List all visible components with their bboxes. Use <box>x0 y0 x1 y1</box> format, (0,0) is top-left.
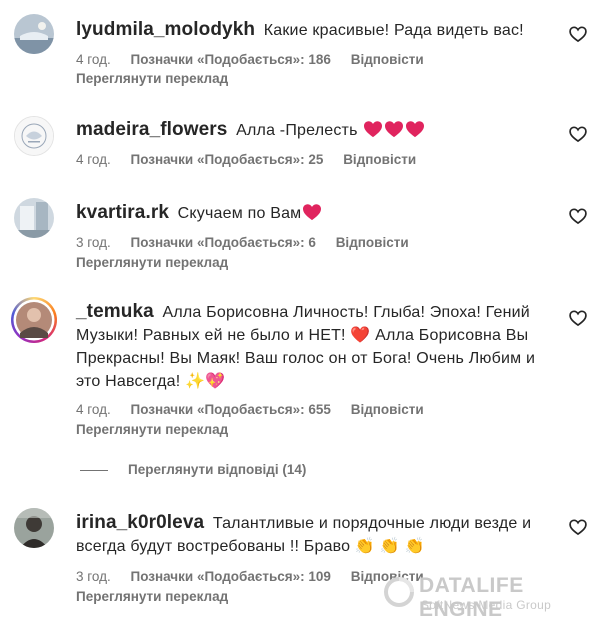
reply-button[interactable]: Відповісти <box>351 52 424 67</box>
likes-count[interactable]: Позначки «Подобається»: 25 <box>131 152 324 167</box>
red-heart-icon <box>363 120 383 145</box>
like-heart-icon[interactable] <box>568 206 588 226</box>
comment-username[interactable]: lyudmila_molodykh <box>76 19 255 40</box>
likes-count[interactable]: Позначки «Подобається»: 655 <box>131 402 331 417</box>
comment-username[interactable]: madeira_flowers <box>76 119 227 140</box>
comment-text: lyudmila_molodykh Какие красивые! Рада в… <box>76 18 562 42</box>
likes-count[interactable]: Позначки «Подобається»: 186 <box>131 52 331 67</box>
comment-username[interactable]: kvartira.rk <box>76 202 169 223</box>
watermark: DATALIFE ENGINE SoftNews Media Group <box>383 572 593 621</box>
watermark-subtitle: SoftNews Media Group <box>421 598 552 612</box>
replies-divider <box>80 469 108 471</box>
avatar[interactable] <box>14 14 54 54</box>
view-replies-label: Переглянути відповіді (14) <box>128 462 307 477</box>
comment-text: madeira_flowers Алла -Прелесть <box>76 118 562 145</box>
avatar[interactable] <box>14 508 54 548</box>
likes-count[interactable]: Позначки «Подобається»: 109 <box>131 569 331 584</box>
view-translation-link[interactable]: Переглянути переклад <box>76 422 228 437</box>
comment-username[interactable]: _temuka <box>76 301 154 322</box>
comment-meta: 4 год. Позначки «Подобається»: 655 Відпо… <box>76 402 440 417</box>
comment-time: 4 год. <box>76 52 111 67</box>
red-heart-icon <box>302 203 322 228</box>
like-heart-icon[interactable] <box>568 124 588 144</box>
comment-time: 3 год. <box>76 569 111 584</box>
comment-body: Алла -Прелесть <box>236 122 358 139</box>
reply-button[interactable]: Відповісти <box>343 152 416 167</box>
comment-body: Какие красивые! Рада видеть вас! <box>263 22 524 39</box>
comment-time: 3 год. <box>76 235 111 250</box>
red-heart-icon <box>384 120 404 145</box>
comment-meta: 4 год. Позначки «Подобається»: 186 Відпо… <box>76 52 440 67</box>
red-heart-icon <box>405 120 425 145</box>
avatar[interactable] <box>14 198 54 238</box>
comment-time: 4 год. <box>76 402 111 417</box>
comment-meta: 4 год. Позначки «Подобається»: 25 Відпов… <box>76 152 432 167</box>
view-translation-link[interactable]: Переглянути переклад <box>76 71 228 86</box>
comment-text: _temuka Алла Борисовна Личность! Глыба! … <box>76 300 562 393</box>
view-translation-link[interactable]: Переглянути переклад <box>76 589 228 604</box>
avatar[interactable] <box>14 116 54 156</box>
comment-text: kvartira.rk Скучаем по Вам <box>76 201 562 228</box>
comment-username[interactable]: irina_k0r0leva <box>76 512 204 533</box>
reply-button[interactable]: Відповісти <box>351 402 424 417</box>
like-heart-icon[interactable] <box>568 24 588 44</box>
like-heart-icon[interactable] <box>568 517 588 537</box>
reply-button[interactable]: Відповісти <box>336 235 409 250</box>
view-replies-button[interactable]: Переглянути відповіді (14) <box>80 462 306 477</box>
avatar[interactable] <box>11 297 57 343</box>
comment-meta: 3 год. Позначки «Подобається»: 6 Відпові… <box>76 235 425 250</box>
comment-time: 4 год. <box>76 152 111 167</box>
likes-count[interactable]: Позначки «Подобається»: 6 <box>131 235 316 250</box>
comment-body: Скучаем по Вам <box>177 205 302 222</box>
comment-text: irina_k0r0leva Талантливые и порядочные … <box>76 511 562 558</box>
view-translation-link[interactable]: Переглянути переклад <box>76 255 228 270</box>
watermark-logo-icon <box>384 577 414 607</box>
like-heart-icon[interactable] <box>568 308 588 328</box>
